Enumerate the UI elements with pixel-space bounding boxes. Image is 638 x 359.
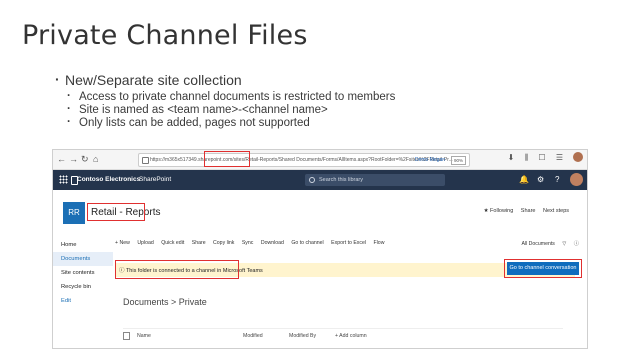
quick-edit-button[interactable]: Quick edit bbox=[161, 240, 184, 246]
upload-button[interactable]: Upload bbox=[137, 240, 153, 246]
site-logo[interactable]: RR bbox=[63, 202, 85, 224]
url-site: Retail-Reports bbox=[245, 157, 278, 163]
button-highlight-box bbox=[504, 259, 582, 278]
download-button[interactable]: Download bbox=[261, 240, 284, 246]
follow-button[interactable]: ★ Following bbox=[484, 208, 514, 214]
search-placeholder: Search this library bbox=[319, 177, 364, 183]
copy-link-button[interactable]: Copy link bbox=[213, 240, 234, 246]
column-modified-by[interactable]: Modified By bbox=[289, 333, 316, 339]
app-name[interactable]: SharePoint bbox=[139, 176, 171, 183]
sync-button[interactable]: Sync bbox=[242, 240, 254, 246]
nav-item-site-contents[interactable]: Site contents bbox=[53, 266, 113, 280]
add-column-button[interactable]: + Add column bbox=[335, 333, 367, 339]
file-type-icon bbox=[123, 332, 130, 340]
notification-icon[interactable]: 🔔 bbox=[519, 175, 529, 184]
subbullet-1: Access to private channel documents is r… bbox=[55, 90, 395, 103]
browser-menu-icons[interactable]: ⬇ ⫼ ☐ ☰ bbox=[508, 153, 567, 163]
left-navigation: Home Documents Site contents Recycle bin… bbox=[53, 238, 113, 308]
search-icon bbox=[309, 177, 315, 183]
app-launcher-icon[interactable] bbox=[59, 175, 68, 184]
flow-button[interactable]: Flow bbox=[373, 240, 384, 246]
url-user: Demo Megan bbox=[414, 157, 445, 163]
column-headers: Name Modified Modified By + Add column bbox=[123, 328, 563, 339]
browser-avatar[interactable] bbox=[573, 152, 583, 162]
go-to-channel-button[interactable]: Go to channel bbox=[291, 240, 323, 246]
subbullet-2: Site is named as <team name>-<channel na… bbox=[55, 103, 395, 116]
back-icon[interactable]: ← bbox=[57, 153, 66, 165]
site-title-highlight-box bbox=[87, 203, 145, 221]
lock-icon bbox=[142, 157, 149, 164]
new-button[interactable]: + New bbox=[115, 240, 130, 246]
reload-icon[interactable]: ↻ bbox=[81, 153, 89, 165]
forward-icon[interactable]: → bbox=[69, 153, 78, 165]
help-icon[interactable]: ? bbox=[555, 175, 559, 184]
column-name[interactable]: Name bbox=[137, 333, 151, 339]
subbullet-3: Only lists can be added, pages not suppo… bbox=[55, 116, 395, 129]
filter-icon[interactable]: ▽ bbox=[562, 241, 566, 247]
info-icon[interactable]: ⓘ bbox=[574, 241, 579, 247]
user-avatar[interactable] bbox=[570, 173, 583, 186]
nav-item-recycle-bin[interactable]: Recycle bin bbox=[53, 280, 113, 294]
brand-name[interactable]: Contoso Electronics bbox=[77, 176, 140, 183]
nav-item-documents[interactable]: Documents bbox=[53, 252, 113, 266]
nav-edit-link[interactable]: Edit bbox=[53, 294, 113, 308]
export-excel-button[interactable]: Export to Excel bbox=[331, 240, 366, 246]
bullet-main: New/Separate site collection bbox=[55, 71, 395, 88]
home-icon[interactable]: ⌂ bbox=[93, 153, 98, 165]
browser-toolbar: ← → ↻ ⌂ https://m365x517349.sharepoint.c… bbox=[53, 150, 587, 170]
info-highlight-box bbox=[115, 260, 239, 279]
settings-icon[interactable]: ⚙ bbox=[537, 175, 544, 184]
view-controls: All Documents ▽ ⓘ bbox=[515, 240, 579, 247]
suite-bar: Contoso Electronics SharePoint Search th… bbox=[53, 170, 587, 190]
address-bar[interactable]: https://m365x517349.sharepoint.com/sites… bbox=[138, 153, 470, 167]
sharepoint-screenshot: ← → ↻ ⌂ https://m365x517349.sharepoint.c… bbox=[52, 149, 588, 349]
search-box[interactable]: Search this library bbox=[305, 174, 445, 186]
url-highlight-box bbox=[204, 151, 250, 167]
breadcrumb[interactable]: Documents > Private bbox=[123, 297, 207, 307]
share-button[interactable]: Share bbox=[521, 208, 536, 214]
view-selector[interactable]: All Documents bbox=[521, 241, 554, 247]
zoom-level[interactable]: 90% bbox=[450, 156, 466, 165]
slide-title: Private Channel Files bbox=[22, 20, 308, 51]
column-modified[interactable]: Modified bbox=[243, 333, 263, 339]
next-steps-button[interactable]: Next steps bbox=[543, 208, 569, 214]
nav-item-home[interactable]: Home bbox=[53, 238, 113, 252]
bullet-list: New/Separate site collection Access to p… bbox=[55, 71, 395, 130]
site-actions: ★ Following Share Next steps bbox=[478, 208, 569, 214]
share-command[interactable]: Share bbox=[192, 240, 206, 246]
